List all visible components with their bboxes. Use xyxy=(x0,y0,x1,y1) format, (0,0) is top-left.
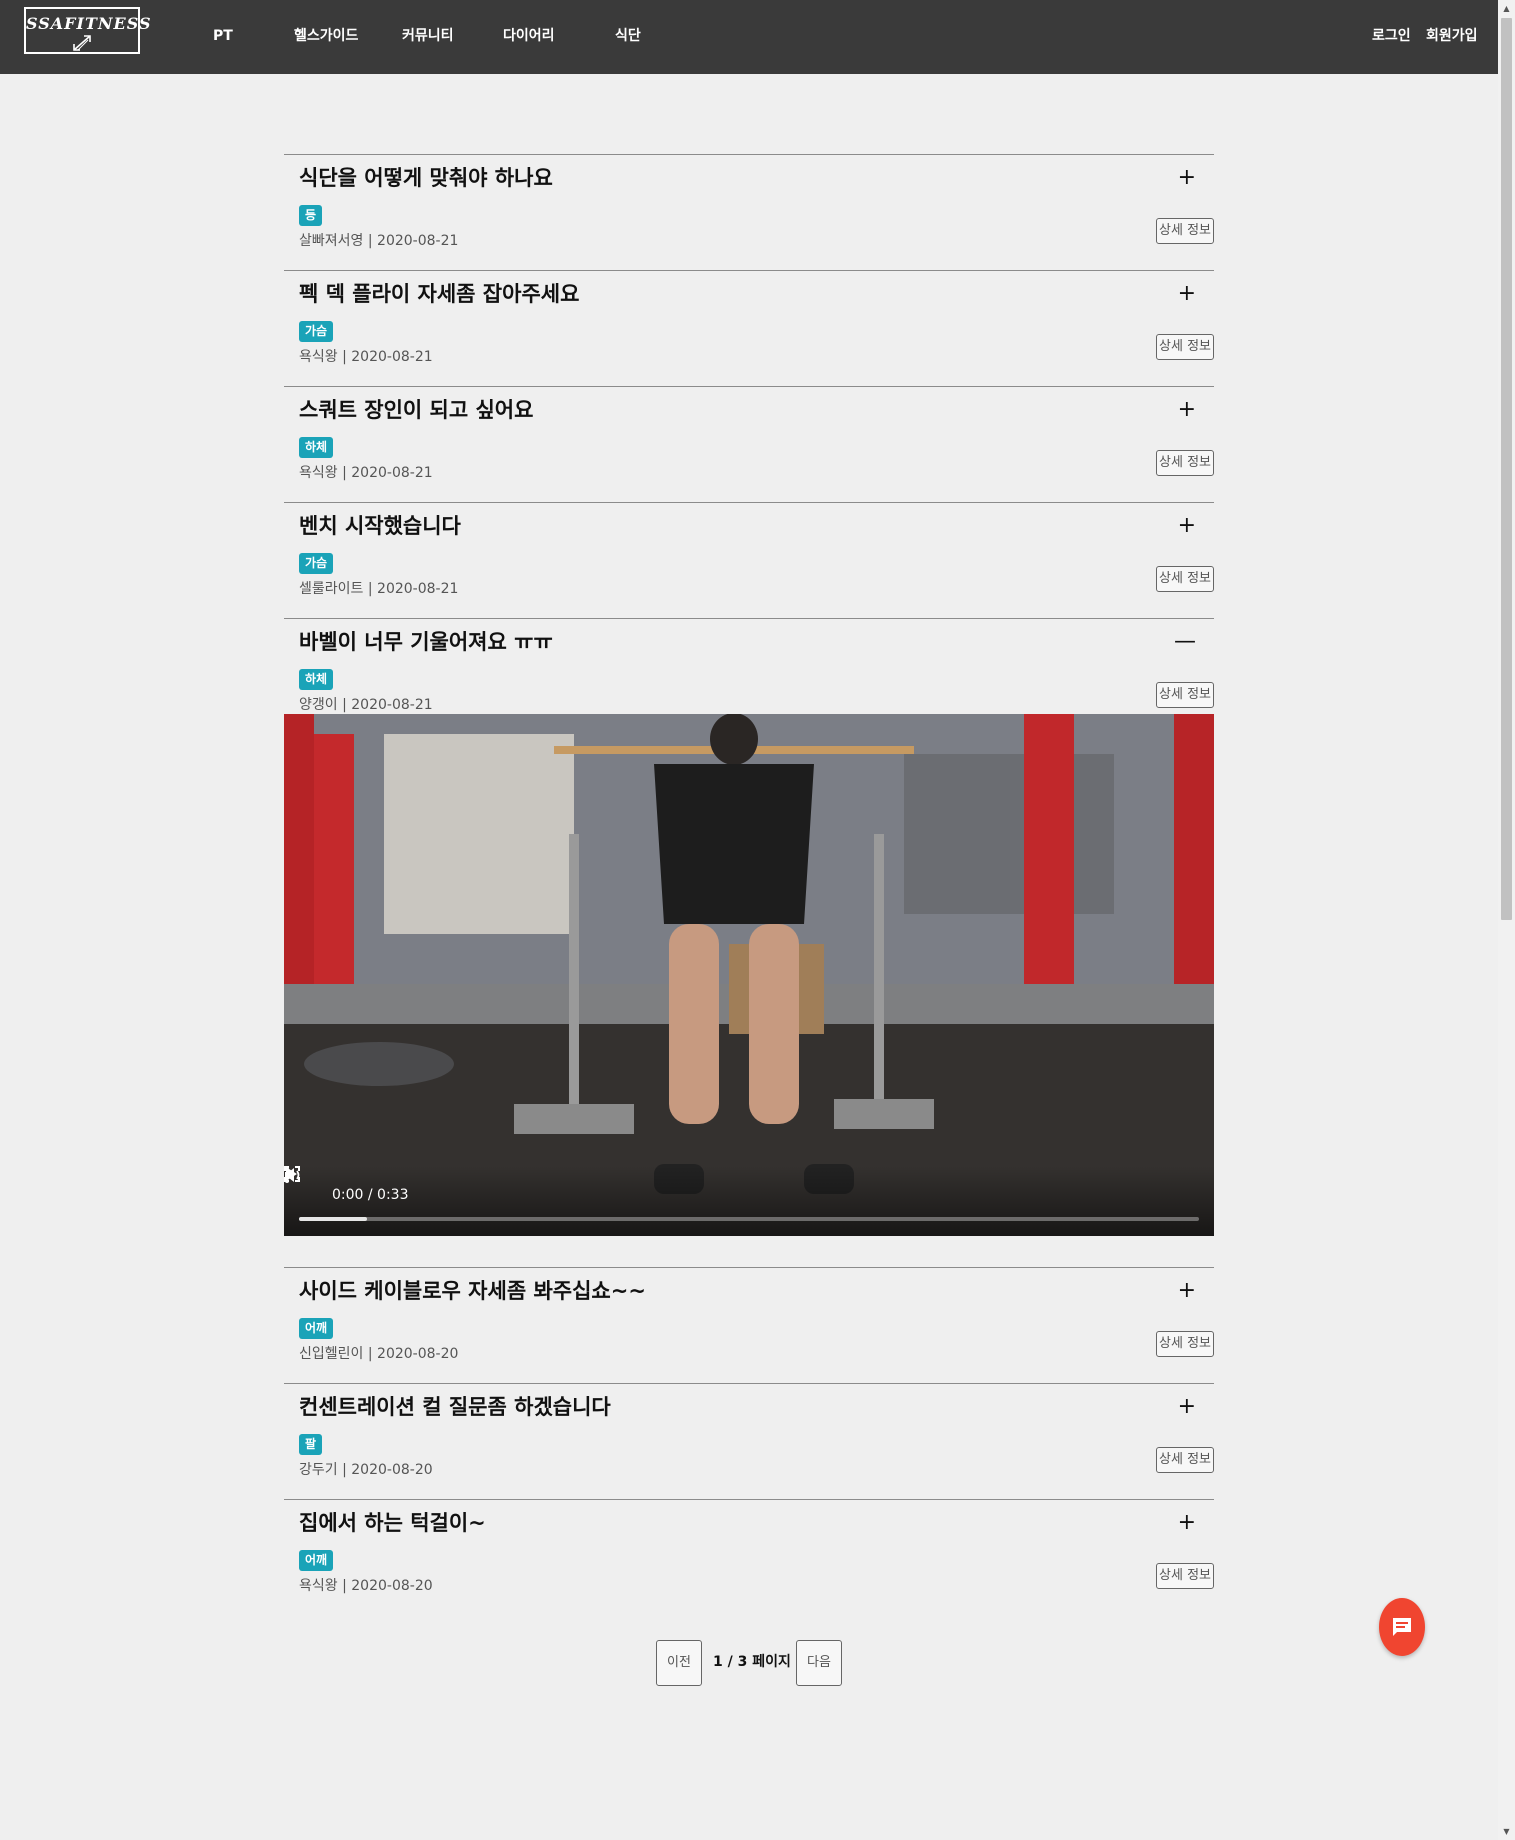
post-title[interactable]: 스쿼트 장인이 되고 싶어요 xyxy=(299,395,533,425)
nav-health-guide[interactable]: 헬스가이드 xyxy=(294,26,358,46)
logo-text: SSAFITNESS xyxy=(26,14,152,33)
post-meta: 신입헬린이 | 2020-08-20 xyxy=(299,1346,459,1362)
post-author: 셀룰라이트 xyxy=(299,581,364,597)
post-item[interactable]: 사이드 케이블로우 자세좀 봐주십쇼~~ + 어깨 신입헬린이 | 2020-0… xyxy=(284,1267,1214,1383)
page-scrollbar[interactable]: ▲ ▼ xyxy=(1498,0,1515,1840)
post-date: 2020-08-21 xyxy=(351,349,433,365)
post-meta: 욕식왕 | 2020-08-21 xyxy=(299,465,433,481)
post-author: 강두기 xyxy=(299,1462,338,1478)
post-item[interactable]: 집에서 하는 턱걸이~ + 어깨 욕식왕 | 2020-08-20 상세 정보 xyxy=(284,1499,1214,1615)
category-tag: 팔 xyxy=(299,1434,323,1455)
next-page-button[interactable]: 다음 xyxy=(796,1640,842,1686)
nav-community[interactable]: 커뮤니티 xyxy=(402,26,454,46)
detail-button[interactable]: 상세 정보 xyxy=(1156,1563,1214,1589)
post-item[interactable]: 스쿼트 장인이 되고 싶어요 + 하체 욕식왕 | 2020-08-21 상세 … xyxy=(284,386,1214,502)
video-controls: 0:00 / 0:33 xyxy=(284,1166,1214,1236)
post-author: 욕식왕 xyxy=(299,349,338,365)
detail-button[interactable]: 상세 정보 xyxy=(1156,1331,1214,1357)
video-player[interactable]: 0:00 / 0:33 xyxy=(284,714,1214,1236)
post-title[interactable]: 펙 덱 플라이 자세좀 잡아주세요 xyxy=(299,279,579,309)
post-author: 욕식왕 xyxy=(299,1578,338,1594)
post-title[interactable]: 벤치 시작했습니다 xyxy=(299,511,461,541)
post-date: 2020-08-20 xyxy=(351,1578,433,1594)
post-date: 2020-08-21 xyxy=(377,581,459,597)
post-list: 식단을 어떻게 맞춰야 하나요 + 등 살빠져서영 | 2020-08-21 상… xyxy=(284,154,1214,1615)
post-date: 2020-08-21 xyxy=(351,697,433,713)
site-logo[interactable]: SSAFITNESS xyxy=(24,7,152,54)
category-tag: 가슴 xyxy=(299,553,334,574)
signup-link[interactable]: 회원가입 xyxy=(1426,26,1478,46)
detail-button[interactable]: 상세 정보 xyxy=(1156,1447,1214,1473)
post-date: 2020-08-21 xyxy=(351,465,433,481)
post-title[interactable]: 바벨이 너무 기울어져요 ㅠㅠ xyxy=(299,627,553,657)
chat-fab-button[interactable] xyxy=(1379,1598,1425,1656)
page-indicator: 1 / 3 페이지 xyxy=(713,1654,791,1670)
collapse-minus-icon[interactable]: — xyxy=(1174,629,1196,655)
nav-pt[interactable]: PT xyxy=(213,26,233,46)
post-meta: 욕식왕 | 2020-08-20 xyxy=(299,1578,433,1594)
expand-plus-icon[interactable]: + xyxy=(1178,513,1196,539)
post-title[interactable]: 식단을 어떻게 맞춰야 하나요 xyxy=(299,163,553,193)
expand-plus-icon[interactable]: + xyxy=(1178,397,1196,423)
scroll-up-arrow-icon[interactable]: ▲ xyxy=(1498,0,1515,17)
post-date: 2020-08-20 xyxy=(351,1462,433,1478)
nav-diary[interactable]: 다이어리 xyxy=(503,26,555,46)
post-title[interactable]: 컨센트레이션 컬 질문좀 하겠습니다 xyxy=(299,1392,611,1422)
post-author: 욕식왕 xyxy=(299,465,338,481)
video-progress-fill xyxy=(299,1217,367,1221)
video-time: 0:00 / 0:33 xyxy=(332,1187,409,1203)
post-item[interactable]: 식단을 어떻게 맞춰야 하나요 + 등 살빠져서영 | 2020-08-21 상… xyxy=(284,154,1214,270)
expand-plus-icon[interactable]: + xyxy=(1178,165,1196,191)
expand-plus-icon[interactable]: + xyxy=(1178,1394,1196,1420)
detail-button[interactable]: 상세 정보 xyxy=(1156,218,1214,244)
detail-button[interactable]: 상세 정보 xyxy=(1156,682,1214,708)
detail-button[interactable]: 상세 정보 xyxy=(1156,566,1214,592)
post-meta: 양갱이 | 2020-08-21 xyxy=(299,697,433,713)
post-meta: 강두기 | 2020-08-20 xyxy=(299,1462,433,1478)
category-tag: 등 xyxy=(299,205,323,226)
category-tag: 하체 xyxy=(299,437,334,458)
post-title[interactable]: 집에서 하는 턱걸이~ xyxy=(299,1508,486,1538)
post-meta: 셀룰라이트 | 2020-08-21 xyxy=(299,581,459,597)
post-author: 살빠져서영 xyxy=(299,233,364,249)
post-meta: 욕식왕 | 2020-08-21 xyxy=(299,349,433,365)
nav-diet[interactable]: 식단 xyxy=(615,26,641,46)
post-date: 2020-08-21 xyxy=(377,233,459,249)
login-link[interactable]: 로그인 xyxy=(1372,26,1411,46)
post-author: 양갱이 xyxy=(299,697,338,713)
post-item[interactable]: 벤치 시작했습니다 + 가슴 셀룰라이트 | 2020-08-21 상세 정보 xyxy=(284,502,1214,618)
video-progress-bar[interactable] xyxy=(299,1217,1199,1221)
post-item-expanded[interactable]: 바벨이 너무 기울어져요 ㅠㅠ — 하체 양갱이 | 2020-08-21 상세… xyxy=(284,618,1214,1267)
more-vert-icon[interactable] xyxy=(284,1166,290,1184)
expand-plus-icon[interactable]: + xyxy=(1178,281,1196,307)
category-tag: 하체 xyxy=(299,669,334,690)
post-date: 2020-08-20 xyxy=(377,1346,459,1362)
scroll-down-arrow-icon[interactable]: ▼ xyxy=(1498,1823,1515,1840)
chat-bubble-icon xyxy=(1393,1618,1411,1636)
post-item[interactable]: 컨센트레이션 컬 질문좀 하겠습니다 + 팔 강두기 | 2020-08-20 … xyxy=(284,1383,1214,1499)
post-title[interactable]: 사이드 케이블로우 자세좀 봐주십쇼~~ xyxy=(299,1276,646,1306)
post-item[interactable]: 펙 덱 플라이 자세좀 잡아주세요 + 가슴 욕식왕 | 2020-08-21 … xyxy=(284,270,1214,386)
post-author: 신입헬린이 xyxy=(299,1346,364,1362)
video-frame xyxy=(284,714,1214,1236)
expand-plus-icon[interactable]: + xyxy=(1178,1278,1196,1304)
post-meta: 살빠져서영 | 2020-08-21 xyxy=(299,233,459,249)
category-tag: 어깨 xyxy=(299,1550,334,1571)
logo-arrows-icon xyxy=(73,35,91,51)
category-tag: 가슴 xyxy=(299,321,334,342)
detail-button[interactable]: 상세 정보 xyxy=(1156,450,1214,476)
expand-plus-icon[interactable]: + xyxy=(1178,1510,1196,1536)
prev-page-button[interactable]: 이전 xyxy=(656,1640,702,1686)
category-tag: 어깨 xyxy=(299,1318,334,1339)
detail-button[interactable]: 상세 정보 xyxy=(1156,334,1214,360)
top-navbar: SSAFITNESS PT 헬스가이드 커뮤니티 다이어리 식단 로그인 회원가… xyxy=(0,0,1498,74)
scrollbar-thumb[interactable] xyxy=(1501,18,1512,920)
